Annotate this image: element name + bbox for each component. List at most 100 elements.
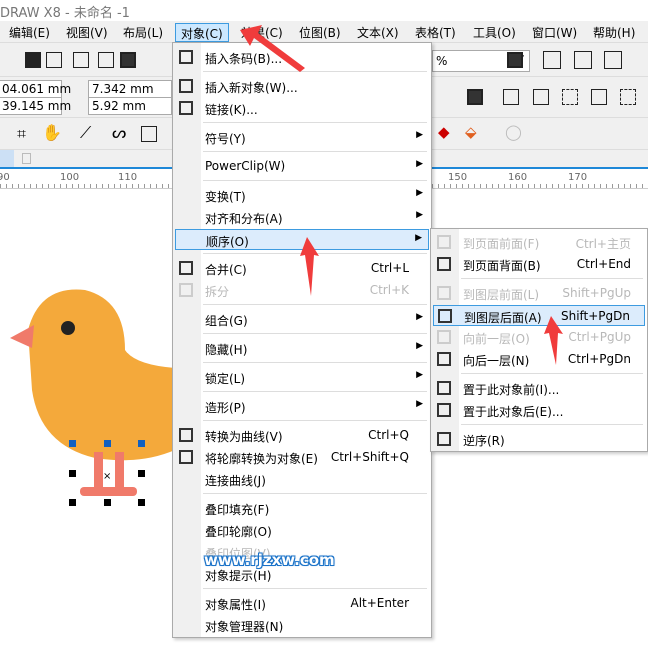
guidelines-icon[interactable] <box>604 51 622 69</box>
document-tab[interactable] <box>0 150 14 167</box>
menu-item[interactable]: 链接(K)... <box>175 98 429 119</box>
svg-text:×: × <box>103 471 111 482</box>
ruler-label: 110 <box>118 172 138 183</box>
simplify-icon[interactable] <box>591 89 607 105</box>
menu-item-label: 置于此对象后(E)... <box>463 405 564 419</box>
menu-item[interactable]: 插入条码(B)... <box>175 47 429 68</box>
bird-body <box>28 289 175 461</box>
grid-icon[interactable] <box>574 51 592 69</box>
submenu-arrow-icon: ▶ <box>416 130 423 140</box>
weld-icon[interactable] <box>503 89 519 105</box>
hand-icon[interactable]: ✋ <box>42 123 62 142</box>
rulers-icon[interactable] <box>543 51 561 69</box>
menu-item[interactable]: 组合(G) ▶ <box>175 309 429 330</box>
ruler-label: 100 <box>60 172 80 183</box>
outline-tool-icon[interactable]: ⬙ <box>465 123 477 141</box>
line-tool-icon[interactable]: ⟋ <box>80 123 91 143</box>
menu-item[interactable]: 置于此对象前(I)... <box>433 378 645 399</box>
menu-item[interactable]: 顺序(O) ▶ <box>175 229 429 250</box>
save-icon[interactable] <box>25 52 41 68</box>
menu-4[interactable]: 效果(C) <box>236 23 288 42</box>
menu-item[interactable]: 连接曲线(J) <box>175 469 429 490</box>
behind-icon <box>437 403 451 417</box>
menu-2[interactable]: 布局(L) <box>118 23 168 42</box>
copy-icon[interactable] <box>73 52 89 68</box>
submenu-arrow-icon: ▶ <box>415 233 422 243</box>
submenu-arrow-icon: ▶ <box>416 341 423 351</box>
menu-item[interactable]: 对象属性(I) Alt+Enter <box>175 593 429 614</box>
copy2-icon[interactable] <box>98 52 114 68</box>
menu-item-label: 插入条码(B)... <box>205 52 283 66</box>
full-screen-icon[interactable] <box>507 52 523 68</box>
transparency-icon[interactable]: ◯ <box>505 123 522 141</box>
menu-item-shortcut: Ctrl+PgDn <box>567 352 631 366</box>
menu-item[interactable]: 对象管理器(N) <box>175 615 429 636</box>
y-position-input[interactable]: 39.145 mm <box>0 97 71 115</box>
menu-item[interactable]: 向前一层(O) Ctrl+PgUp <box>433 327 645 348</box>
menu-item[interactable]: 对齐和分布(A) ▶ <box>175 207 429 228</box>
menu-item[interactable]: 转换为曲线(V) Ctrl+Q <box>175 425 429 446</box>
menu-item-label: 到页面前面(F) <box>463 237 540 251</box>
menu-item-label: 对象属性(I) <box>205 598 266 612</box>
crop-icon[interactable]: ⌗ <box>17 124 26 144</box>
menu-item[interactable]: 向后一层(N) Ctrl+PgDn <box>433 349 645 370</box>
menu-item-label: 到图层后面(A) <box>464 311 542 325</box>
width-input[interactable]: 7.342 mm <box>88 80 172 98</box>
menu-item[interactable]: PowerClip(W) ▶ <box>175 156 429 177</box>
ruler-label: 160 <box>508 172 528 183</box>
menu-item[interactable]: 隐藏(H) ▶ <box>175 338 429 359</box>
menu-item[interactable]: 插入新对象(W)... <box>175 76 429 97</box>
object-menu: 插入条码(B)... 插入新对象(W)... 链接(K)... 符号(Y) ▶ Power… <box>172 42 432 638</box>
x-position-input[interactable]: 04.061 mm <box>0 80 71 98</box>
outline-to-object-icon <box>179 450 193 464</box>
menu-item[interactable]: 叠印轮廓(O) <box>175 520 429 541</box>
menu-10[interactable]: 帮助(H) <box>588 23 640 42</box>
menu-3[interactable]: 对象(C) <box>175 23 229 42</box>
menu-item[interactable]: 合并(C) Ctrl+L <box>175 258 429 279</box>
height-input[interactable]: 5.92 mm <box>88 97 172 115</box>
canvas-bird-drawing[interactable]: × <box>0 190 180 520</box>
intersect-icon[interactable] <box>562 89 578 105</box>
menu-item[interactable]: 到图层前面(L) Shift+PgUp <box>433 283 645 304</box>
menu-item[interactable]: 到页面前面(F) Ctrl+主页 <box>433 232 645 253</box>
menu-item[interactable]: 将轮廓转换为对象(E) Ctrl+Shift+Q <box>175 447 429 468</box>
menu-item-label: 到页面背面(B) <box>463 259 541 273</box>
menu-item[interactable]: 逆序(R) <box>433 429 645 450</box>
curve-tool-icon[interactable]: ᔕ <box>112 123 126 142</box>
convert-curves-icon <box>179 428 193 442</box>
menu-item[interactable]: 造形(P) ▶ <box>175 396 429 417</box>
combine-tool-icon[interactable] <box>467 89 483 105</box>
submenu-arrow-icon: ▶ <box>416 159 423 169</box>
menu-item[interactable]: 锁定(L) ▶ <box>175 367 429 388</box>
menu-item[interactable]: 到页面背面(B) Ctrl+End <box>433 254 645 275</box>
menu-5[interactable]: 位图(B) <box>294 23 346 42</box>
menu-item[interactable]: 置于此对象后(E)... <box>433 400 645 421</box>
menu-0[interactable]: 编辑(E) <box>4 23 55 42</box>
insert-object-icon <box>179 79 193 93</box>
print-icon[interactable] <box>46 52 62 68</box>
combine-icon <box>179 261 193 275</box>
trim-icon[interactable] <box>533 89 549 105</box>
menu-separator <box>203 391 427 392</box>
ruler-label: 170 <box>568 172 588 183</box>
menu-8[interactable]: 工具(O) <box>468 23 521 42</box>
menu-9[interactable]: 窗口(W) <box>527 23 582 42</box>
to-layer-front-icon <box>437 286 451 300</box>
menu-1[interactable]: 视图(V) <box>61 23 113 42</box>
menu-separator <box>461 278 643 279</box>
menu-item[interactable]: 到图层后面(A) Shift+PgDn <box>433 305 645 326</box>
rectangle-tool-icon[interactable] <box>141 126 157 142</box>
menu-separator <box>203 420 427 421</box>
menu-item[interactable]: 符号(Y) ▶ <box>175 127 429 148</box>
page-tab-icon[interactable] <box>22 153 31 164</box>
menu-6[interactable]: 文本(X) <box>352 23 404 42</box>
bird-leg <box>94 452 103 492</box>
front-minus-back-icon[interactable] <box>620 89 636 105</box>
ruler-label: 90 <box>0 172 10 183</box>
menu-item[interactable]: 变换(T) ▶ <box>175 185 429 206</box>
menu-item[interactable]: 叠印填充(F) <box>175 498 429 519</box>
paste-icon[interactable] <box>120 52 136 68</box>
menu-7[interactable]: 表格(T) <box>410 23 461 42</box>
fill-tool-icon[interactable]: ◆ <box>438 123 450 141</box>
menu-item[interactable]: 拆分 Ctrl+K <box>175 280 429 301</box>
